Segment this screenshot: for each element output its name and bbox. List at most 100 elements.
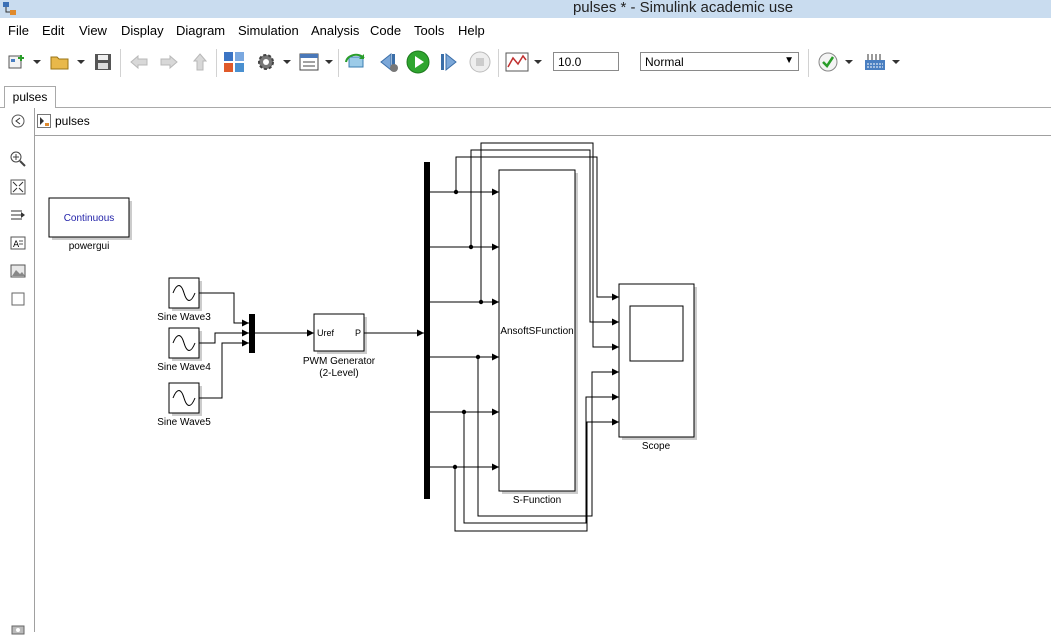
explorer-dropdown-arrow[interactable] <box>324 51 334 73</box>
powergui-name: powergui <box>69 241 110 252</box>
powergui-block[interactable]: Continuous powergui <box>48 197 132 252</box>
mux-block[interactable] <box>249 314 255 353</box>
stop-icon <box>469 51 491 73</box>
simulation-mode-select[interactable]: Normal ▼ <box>640 52 799 71</box>
simulation-mode-value: Normal <box>645 55 684 69</box>
model-explorer-icon <box>299 53 319 71</box>
toolbar: Normal ▼ <box>0 43 1051 83</box>
model-explorer-button[interactable] <box>297 51 321 73</box>
step-back-button[interactable] <box>376 51 400 73</box>
run-button[interactable] <box>405 50 431 74</box>
menu-diagram[interactable]: Diagram <box>176 23 225 38</box>
update-diagram-button[interactable] <box>343 51 369 73</box>
scope-viewer-button[interactable] <box>504 51 530 73</box>
area-button[interactable] <box>9 290 27 308</box>
open-dropdown-arrow[interactable] <box>76 51 86 73</box>
refresh-icon <box>345 53 365 68</box>
menu-view[interactable]: View <box>79 23 107 38</box>
new-model-icon <box>8 55 24 69</box>
new-model-button[interactable] <box>6 51 28 73</box>
zoom-button[interactable] <box>9 150 27 168</box>
build-dropdown-arrow[interactable] <box>891 51 901 73</box>
save-icon <box>95 54 111 70</box>
checkmark-icon <box>818 52 838 72</box>
library-browser-icon <box>224 52 244 72</box>
tab-pulses[interactable]: pulses <box>4 86 56 108</box>
sine-wave5-block[interactable]: Sine Wave5 <box>157 382 211 428</box>
chevron-down-icon <box>892 60 900 64</box>
up-button[interactable] <box>189 51 211 73</box>
forward-button[interactable] <box>158 51 180 73</box>
new-dropdown-arrow[interactable] <box>32 51 42 73</box>
step-forward-button[interactable] <box>437 51 461 73</box>
play-icon <box>406 50 430 74</box>
s-function-block[interactable]: AnsoftSFunction S-Function <box>498 169 578 506</box>
scope-block[interactable]: Scope <box>618 283 697 452</box>
annotation-button[interactable]: A <box>9 234 27 252</box>
stop-time-input[interactable] <box>553 52 619 71</box>
menu-tools[interactable]: Tools <box>414 23 444 38</box>
model-icon <box>37 114 51 128</box>
build-icon <box>865 54 885 70</box>
screenshot-button[interactable] <box>9 620 27 638</box>
chevron-down-icon <box>33 60 41 64</box>
signal-routing-button[interactable] <box>9 206 27 224</box>
library-browser-button[interactable] <box>222 51 246 73</box>
arrow-right-icon <box>160 55 178 69</box>
menu-bar: File Edit View Display Diagram Simulatio… <box>0 19 1051 43</box>
menu-display[interactable]: Display <box>121 23 164 38</box>
arrow-left-icon <box>130 55 148 69</box>
fit-to-view-button[interactable] <box>9 178 27 196</box>
model-config-button[interactable] <box>254 51 278 73</box>
sine-wave4-block[interactable]: Sine Wave4 <box>157 327 211 373</box>
pwm-generator-block[interactable]: Uref P PWM Generator (2-Level) <box>303 313 376 379</box>
s-function-label: AnsoftSFunction <box>500 326 573 337</box>
build-button[interactable] <box>862 51 888 73</box>
powergui-label: Continuous <box>64 213 115 224</box>
sine-wave3-label: Sine Wave3 <box>157 312 211 323</box>
sine-wave3-block[interactable]: Sine Wave3 <box>157 277 211 323</box>
pwm-output-port-label: P <box>355 328 361 338</box>
diagram-canvas[interactable]: Continuous powergui Sine Wave3 Sine Wave… <box>35 136 1051 632</box>
config-dropdown-arrow[interactable] <box>282 51 292 73</box>
open-button[interactable] <box>48 51 72 73</box>
camera-icon <box>11 625 25 635</box>
chevron-down-icon <box>845 60 853 64</box>
menu-code[interactable]: Code <box>370 23 401 38</box>
menu-edit[interactable]: Edit <box>42 23 64 38</box>
gear-icon <box>258 54 274 70</box>
branch-junction-dots <box>452 189 484 470</box>
breadcrumb[interactable]: pulses <box>37 113 90 129</box>
step-forward-icon <box>441 52 457 72</box>
menu-help[interactable]: Help <box>458 23 485 38</box>
scope-screen-icon <box>629 305 684 362</box>
zoom-icon <box>10 151 26 167</box>
svg-text:A: A <box>13 240 20 250</box>
scope-name: Scope <box>642 441 671 452</box>
back-circle-icon <box>11 114 25 128</box>
scope-dropdown-arrow[interactable] <box>533 51 543 73</box>
image-icon <box>10 264 26 278</box>
image-button[interactable] <box>9 262 27 280</box>
text-annotation-icon: A <box>10 236 26 250</box>
arrows-right-icon <box>11 210 25 220</box>
sine-wave4-label: Sine Wave4 <box>157 362 211 373</box>
model-advisor-button[interactable] <box>816 51 840 73</box>
menu-analysis[interactable]: Analysis <box>311 23 359 38</box>
pwm-input-port-label: Uref <box>317 328 335 338</box>
back-button[interactable] <box>128 51 150 73</box>
area-icon <box>11 292 25 306</box>
menu-file[interactable]: File <box>8 23 29 38</box>
hide-browser-button[interactable] <box>9 112 27 130</box>
stop-button[interactable] <box>468 51 492 73</box>
fit-view-icon <box>10 179 26 195</box>
folder-open-icon <box>50 56 69 70</box>
sine-wave5-label: Sine Wave5 <box>157 417 211 428</box>
advisor-dropdown-arrow[interactable] <box>844 51 854 73</box>
arrow-up-icon <box>193 53 207 71</box>
demux-block[interactable] <box>424 162 430 499</box>
window-title: pulses * - Simulink academic use <box>572 0 794 16</box>
menu-simulation[interactable]: Simulation <box>238 23 299 38</box>
save-button[interactable] <box>92 51 114 73</box>
scope-plot-icon <box>505 52 529 72</box>
